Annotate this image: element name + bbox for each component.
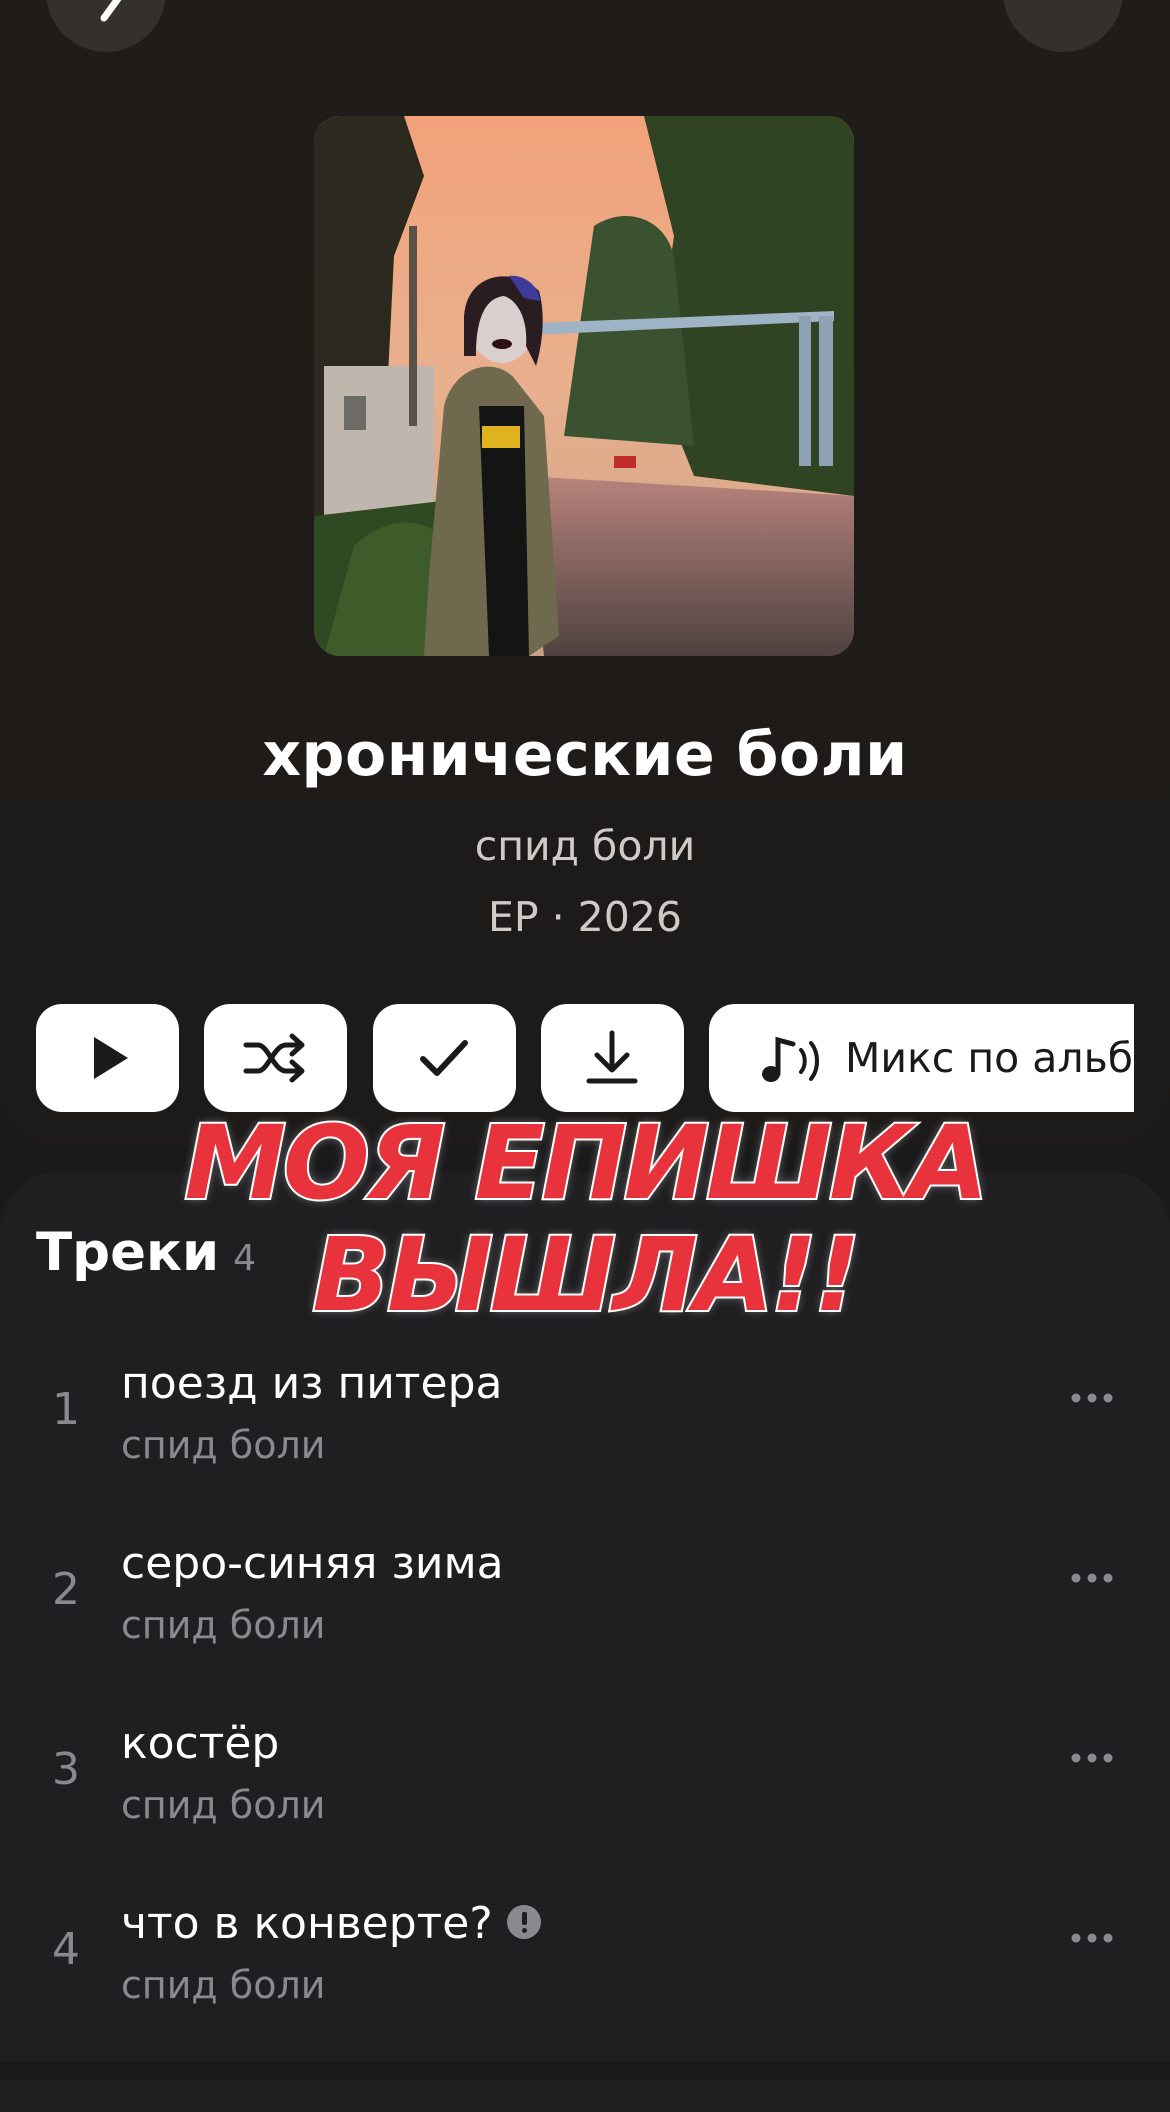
check-icon <box>420 1040 468 1076</box>
more-dots-icon <box>1033 0 1093 24</box>
more-dots-icon[interactable] <box>1070 1566 1114 1590</box>
explicit-warning-icon <box>506 1905 541 1939</box>
overlay-caption-line2: ВЫШЛА!! <box>310 1216 862 1335</box>
album-mix-label: Микс по альбому <box>845 1034 1134 1082</box>
album-cover <box>314 116 854 656</box>
more-dots-icon[interactable] <box>1070 1926 1114 1950</box>
action-bar: Микс по альбому <box>36 1004 1134 1112</box>
overlay-caption-line1: МОЯ ЕПИШКА <box>183 1104 991 1223</box>
play-icon <box>94 1037 128 1079</box>
track-title-text: что в конверте? <box>121 1898 493 1949</box>
track-row[interactable]: 2 серо-синяя зима спид боли <box>0 1538 1170 1718</box>
track-artist: спид боли <box>121 1783 326 1827</box>
track-row[interactable]: 4 что в конверте? спид боли <box>0 1898 1170 2078</box>
add-to-library-button[interactable] <box>373 1004 516 1112</box>
album-artist-link[interactable]: спид боли <box>0 822 1170 870</box>
album-title: хронические боли <box>262 720 908 790</box>
overlay-caption: МОЯ ЕПИШКА ВЫШЛА!! <box>0 1104 1170 1335</box>
play-button[interactable] <box>36 1004 179 1112</box>
track-row[interactable]: 1 поезд из питера спид боли <box>0 1358 1170 1538</box>
music-note-waves-icon <box>762 1036 819 1082</box>
more-dots-icon[interactable] <box>1070 1386 1114 1410</box>
shuffle-button[interactable] <box>204 1004 347 1112</box>
shuffle-icon <box>243 1033 305 1083</box>
track-number: 3 <box>52 1744 80 1795</box>
track-title: костёр <box>121 1718 280 1769</box>
chevron-left-icon <box>100 0 122 22</box>
track-artist: спид боли <box>121 1603 326 1647</box>
track-row[interactable]: 3 костёр спид боли <box>0 1718 1170 1898</box>
track-number: 1 <box>52 1384 80 1435</box>
track-number: 2 <box>52 1564 80 1615</box>
track-artist: спид боли <box>121 1963 326 2007</box>
track-title: серо-синяя зима <box>121 1538 504 1589</box>
track-artist: спид боли <box>121 1423 326 1467</box>
bottom-edge <box>0 2062 1170 2080</box>
album-meta: EP · 2026 <box>487 893 683 941</box>
track-title: поезд из питера <box>121 1358 503 1409</box>
more-dots-icon[interactable] <box>1070 1746 1114 1770</box>
download-button[interactable] <box>541 1004 684 1112</box>
album-mix-button[interactable]: Микс по альбому <box>709 1004 1134 1112</box>
track-number: 4 <box>52 1924 80 1975</box>
download-icon <box>586 1030 638 1084</box>
track-title: что в конверте? <box>121 1898 541 1949</box>
